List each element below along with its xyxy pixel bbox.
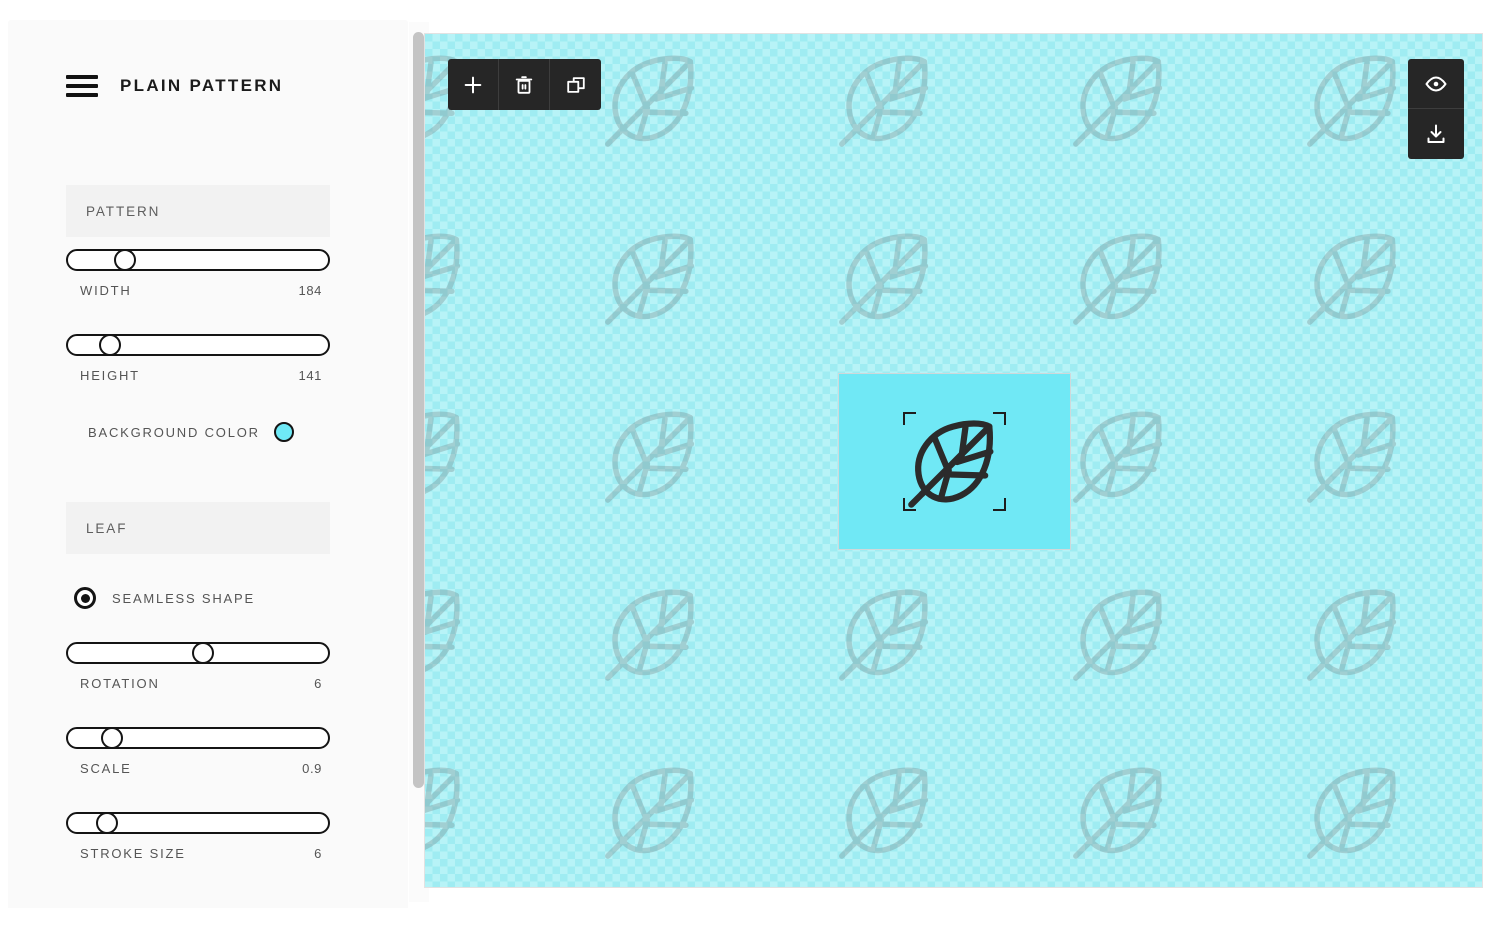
pattern-leaf-icon <box>425 400 475 510</box>
slider-meta-height: HEIGHT 141 <box>66 368 330 383</box>
slider-thumb-scale[interactable] <box>101 727 124 749</box>
slider-value-width: 184 <box>298 283 322 298</box>
selection-bracket-top-right <box>993 412 1006 425</box>
slider-track-width[interactable] <box>66 249 330 271</box>
background-color-row[interactable]: BACKGROUND COLOR <box>66 422 330 442</box>
download-button[interactable] <box>1408 109 1464 159</box>
slider-thumb-stroke-size[interactable] <box>96 812 118 834</box>
pattern-leaf-icon <box>1301 222 1411 332</box>
pattern-leaf-icon <box>1067 44 1177 154</box>
radio-icon-selected[interactable] <box>74 587 96 609</box>
pattern-leaf-icon <box>1067 400 1177 510</box>
pattern-leaf-icon <box>833 578 943 688</box>
slider-label-width: WIDTH <box>80 283 132 298</box>
selection-bracket-bottom-right <box>993 498 1006 511</box>
slider-track-rotation[interactable] <box>66 642 330 664</box>
pattern-leaf-icon <box>599 578 709 688</box>
pattern-canvas[interactable] <box>424 33 1483 888</box>
slider-track-stroke-size[interactable] <box>66 812 330 834</box>
slider-meta-stroke-size: STROKE SIZE 6 <box>66 846 330 861</box>
delete-button[interactable] <box>499 59 550 110</box>
section-label-pattern: PATTERN <box>86 203 161 219</box>
section-header-pattern: PATTERN <box>66 185 330 237</box>
scrollbar-thumb[interactable] <box>413 32 424 788</box>
app-root: PLAIN PATTERN PATTERN WIDTH 184 HEIGHT 1… <box>0 0 1500 930</box>
pattern-leaf-icon <box>425 222 475 332</box>
selection-bracket-top-left <box>903 412 916 425</box>
pattern-leaf-icon <box>599 222 709 332</box>
slider-meta-width: WIDTH 184 <box>66 283 330 298</box>
sidebar: PLAIN PATTERN PATTERN WIDTH 184 HEIGHT 1… <box>8 20 408 908</box>
canvas-toolbar-left <box>448 59 601 110</box>
slider-value-scale: 0.9 <box>302 761 322 776</box>
add-button[interactable] <box>448 59 499 110</box>
pattern-leaf-icon <box>599 400 709 510</box>
pattern-leaf-icon <box>1301 400 1411 510</box>
background-color-label: BACKGROUND COLOR <box>88 424 260 440</box>
slider-value-stroke-size: 6 <box>314 846 322 861</box>
slider-rotation[interactable]: ROTATION 6 <box>66 642 330 691</box>
radio-label-seamless-shape: SEAMLESS SHAPE <box>112 590 255 606</box>
slider-height[interactable]: HEIGHT 141 <box>66 334 330 383</box>
page-title: PLAIN PATTERN <box>120 76 284 95</box>
duplicate-button[interactable] <box>550 59 601 110</box>
slider-value-height: 141 <box>298 368 322 383</box>
sidebar-header: PLAIN PATTERN <box>66 75 283 97</box>
slider-track-scale[interactable] <box>66 727 330 749</box>
pattern-leaf-icon <box>833 756 943 866</box>
selection-bracket-bottom-left <box>903 498 916 511</box>
section-label-leaf: LEAF <box>86 520 128 536</box>
preview-button[interactable] <box>1408 59 1464 109</box>
radio-seamless-shape[interactable]: SEAMLESS SHAPE <box>66 587 255 609</box>
pattern-leaf-icon <box>599 44 709 154</box>
slider-scale[interactable]: SCALE 0.9 <box>66 727 330 776</box>
pattern-leaf-icon <box>833 44 943 154</box>
slider-label-rotation: ROTATION <box>80 676 160 691</box>
slider-meta-rotation: ROTATION 6 <box>66 676 330 691</box>
pattern-leaf-icon <box>1301 756 1411 866</box>
section-header-leaf: LEAF <box>66 502 330 554</box>
slider-stroke-size[interactable]: STROKE SIZE 6 <box>66 812 330 861</box>
hamburger-icon[interactable] <box>66 75 98 97</box>
pattern-leaf-icon <box>1067 756 1177 866</box>
slider-track-height[interactable] <box>66 334 330 356</box>
slider-thumb-height[interactable] <box>98 334 121 356</box>
slider-value-rotation: 6 <box>314 676 322 691</box>
slider-thumb-width[interactable] <box>114 249 137 271</box>
slider-thumb-rotation[interactable] <box>192 642 215 664</box>
slider-label-height: HEIGHT <box>80 368 140 383</box>
pattern-leaf-icon <box>425 756 475 866</box>
slider-label-scale: SCALE <box>80 761 132 776</box>
pattern-leaf-icon <box>1301 44 1411 154</box>
pattern-leaf-icon <box>599 756 709 866</box>
pattern-leaf-icon <box>1067 222 1177 332</box>
background-color-swatch[interactable] <box>273 422 294 442</box>
canvas-toolbar-right <box>1408 59 1464 159</box>
pattern-leaf-icon <box>833 222 943 332</box>
slider-width[interactable]: WIDTH 184 <box>66 249 330 298</box>
pattern-leaf-icon <box>1301 578 1411 688</box>
pattern-leaf-icon <box>1067 578 1177 688</box>
slider-meta-scale: SCALE 0.9 <box>66 761 330 776</box>
pattern-leaf-icon <box>425 578 475 688</box>
selected-leaf-icon[interactable] <box>903 410 1007 514</box>
slider-label-stroke-size: STROKE SIZE <box>80 846 186 861</box>
selected-tile[interactable] <box>838 373 1071 550</box>
